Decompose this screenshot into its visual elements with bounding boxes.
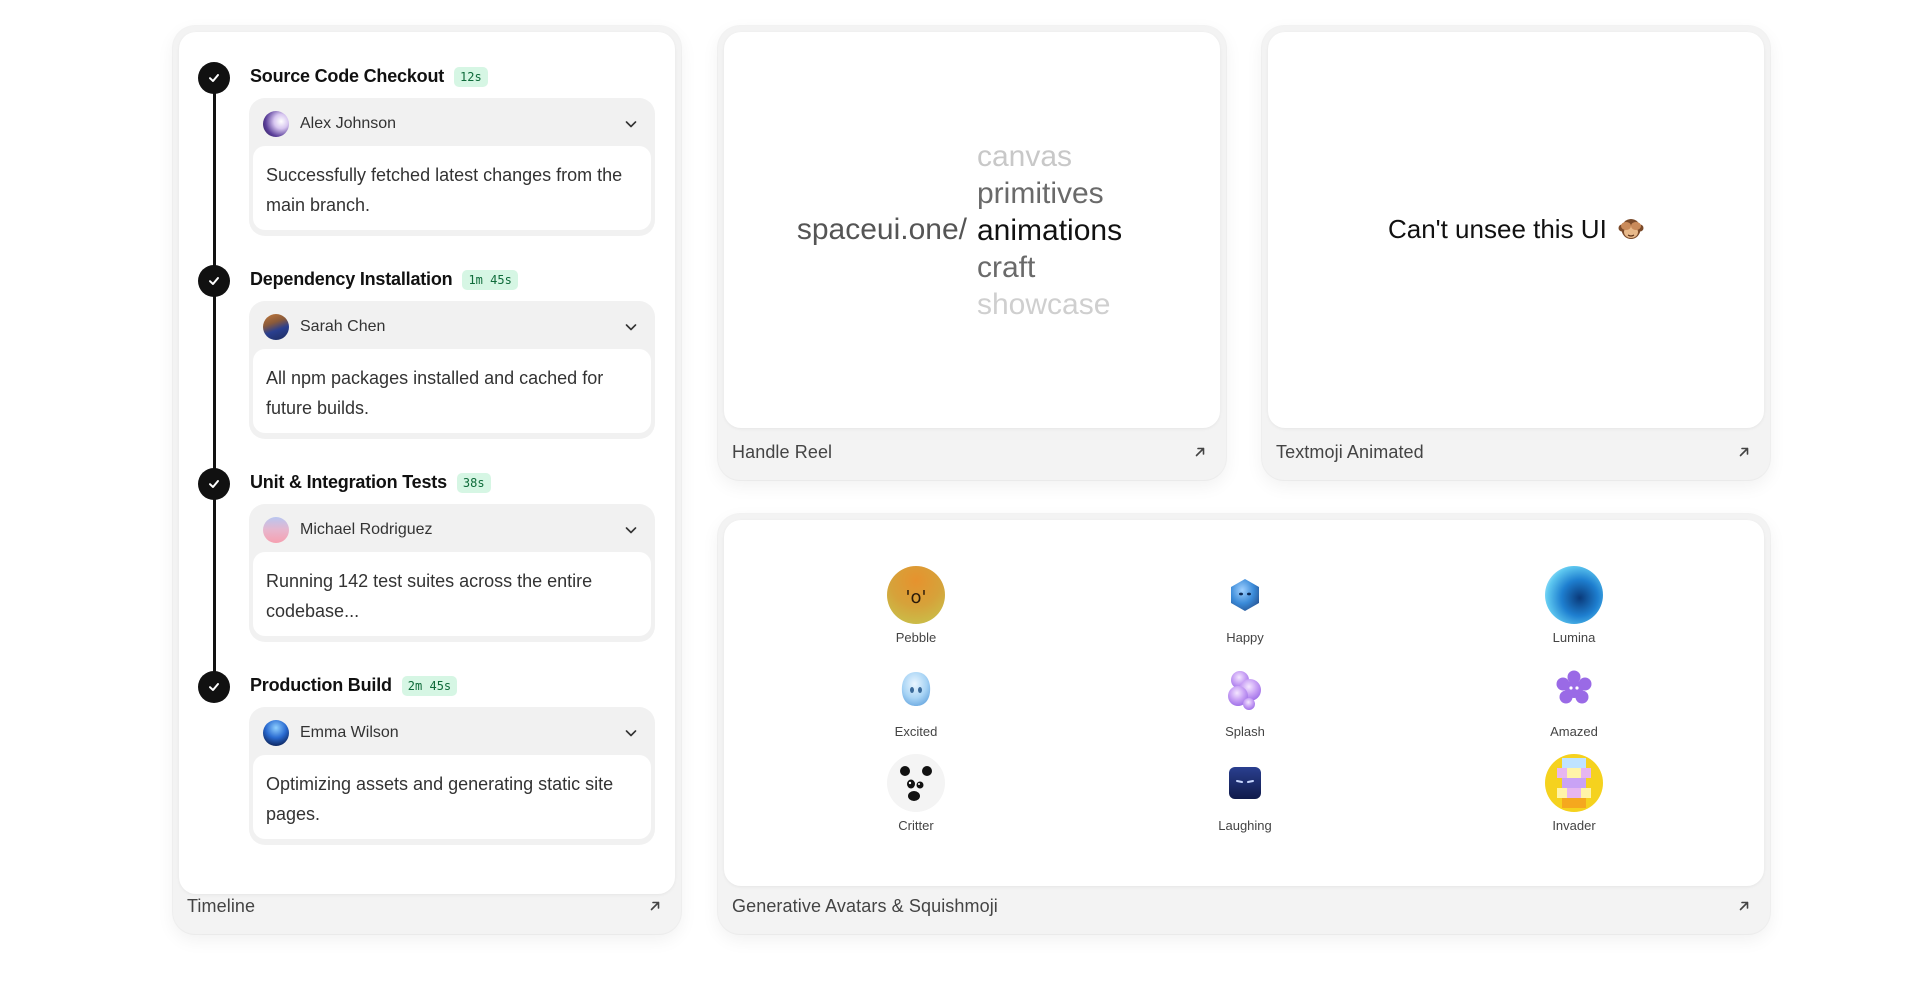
avatar-item[interactable]: Happy bbox=[1175, 566, 1315, 645]
avatar-label: Splash bbox=[1225, 724, 1265, 739]
step-user-name: Michael Rodriguez bbox=[300, 521, 433, 538]
avatar-label: Excited bbox=[894, 724, 938, 739]
timeline-footer[interactable]: Timeline bbox=[173, 878, 681, 934]
avatar-item[interactable]: Amazed bbox=[1504, 660, 1644, 739]
arrow-up-right-icon[interactable] bbox=[1736, 898, 1752, 914]
step-user-toggle[interactable]: Alex Johnson bbox=[253, 102, 651, 146]
excited-squishmoji-icon bbox=[887, 660, 945, 718]
avatar bbox=[263, 517, 289, 543]
textmoji-card[interactable]: Can't unsee this UI Textmoji Animated bbox=[1262, 26, 1770, 480]
reel-word: craft bbox=[977, 251, 1036, 284]
textmoji-footer[interactable]: Textmoji Animated bbox=[1262, 424, 1770, 480]
reel-word: showcase bbox=[977, 288, 1111, 321]
check-icon bbox=[198, 671, 230, 703]
step-user-toggle[interactable]: Emma Wilson bbox=[253, 711, 651, 755]
avatar-item[interactable]: Laughing bbox=[1175, 754, 1315, 833]
see-no-evil-monkey-icon bbox=[1618, 219, 1644, 239]
handle-reel-footer[interactable]: Handle Reel bbox=[718, 424, 1226, 480]
step-message: Successfully fetched latest changes from… bbox=[253, 146, 651, 230]
avatar-label: Lumina bbox=[1552, 630, 1596, 645]
invader-avatar-icon bbox=[1545, 754, 1603, 812]
card-title: Timeline bbox=[187, 895, 256, 916]
avatars-preview: 'o' Pebble Happy Lumina Excited Splash A… bbox=[724, 520, 1764, 886]
timeline-card[interactable]: Source Code Checkout 12s Alex Johnson Su… bbox=[173, 26, 681, 934]
duration-badge: 38s bbox=[456, 472, 491, 493]
card-title: Generative Avatars & Squishmoji bbox=[732, 895, 998, 916]
step-user-name: Emma Wilson bbox=[300, 724, 399, 741]
reel-word-active: animations bbox=[977, 214, 1123, 247]
step-title: Production Build bbox=[250, 675, 392, 695]
svg-text:'o': 'o' bbox=[906, 587, 927, 608]
step-user-name: Sarah Chen bbox=[300, 318, 386, 335]
avatar-label: Invader bbox=[1552, 818, 1596, 833]
arrow-up-right-icon[interactable] bbox=[647, 898, 663, 914]
avatar-item[interactable]: Lumina bbox=[1504, 566, 1644, 645]
step-title: Unit & Integration Tests bbox=[250, 472, 447, 492]
card-title: Textmoji Animated bbox=[1276, 441, 1424, 462]
step-message: All npm packages installed and cached fo… bbox=[253, 349, 651, 433]
critter-avatar-icon bbox=[887, 754, 945, 812]
avatar bbox=[263, 111, 289, 137]
reel-word-list: canvas primitives animations craft showc… bbox=[977, 138, 1122, 323]
avatar-label: Critter bbox=[898, 818, 934, 833]
timeline-connector bbox=[213, 78, 216, 678]
textmoji-text: Can't unsee this UI bbox=[1387, 214, 1607, 244]
avatar bbox=[263, 314, 289, 340]
step-user-toggle[interactable]: Sarah Chen bbox=[253, 305, 651, 349]
step-user-toggle[interactable]: Michael Rodriguez bbox=[253, 508, 651, 552]
chevron-down-icon bbox=[625, 730, 637, 737]
step-title: Dependency Installation bbox=[250, 269, 453, 289]
card-title: Handle Reel bbox=[732, 441, 833, 462]
chevron-down-icon bbox=[625, 324, 637, 331]
amazed-squishmoji-icon bbox=[1545, 660, 1603, 718]
step-title: Source Code Checkout bbox=[250, 66, 445, 86]
splash-avatar-icon bbox=[1216, 660, 1274, 718]
happy-squishmoji-icon bbox=[1216, 566, 1274, 624]
avatar-item[interactable]: Excited bbox=[846, 660, 986, 739]
step-detail: Emma Wilson Optimizing assets and genera… bbox=[249, 707, 655, 845]
reel-word: primitives bbox=[977, 177, 1104, 210]
laughing-squishmoji-icon bbox=[1216, 754, 1274, 812]
arrow-up-right-icon[interactable] bbox=[1736, 444, 1752, 460]
avatar-label: Laughing bbox=[1218, 818, 1272, 833]
avatar-item[interactable]: Invader bbox=[1504, 754, 1644, 833]
avatars-card[interactable]: 'o' Pebble Happy Lumina Excited Splash A… bbox=[718, 514, 1770, 934]
check-icon bbox=[198, 265, 230, 297]
step-detail: Michael Rodriguez Running 142 test suite… bbox=[249, 504, 655, 642]
lumina-avatar-icon bbox=[1545, 566, 1603, 624]
handle-reel-card[interactable]: spaceui.one/ canvas primitives animation… bbox=[718, 26, 1226, 480]
duration-badge: 2m 45s bbox=[401, 675, 458, 696]
reel-word: canvas bbox=[977, 140, 1073, 173]
duration-badge: 1m 45s bbox=[462, 269, 518, 290]
chevron-down-icon bbox=[625, 121, 637, 128]
avatars-footer[interactable]: Generative Avatars & Squishmoji bbox=[718, 878, 1770, 934]
textmoji-preview: Can't unsee this UI bbox=[1268, 32, 1764, 428]
step-message: Running 142 test suites across the entir… bbox=[253, 552, 651, 636]
arrow-up-right-icon[interactable] bbox=[1192, 444, 1208, 460]
handle-reel-preview: spaceui.one/ canvas primitives animation… bbox=[724, 32, 1220, 428]
avatar-label: Happy bbox=[1226, 630, 1264, 645]
timeline-preview: Source Code Checkout 12s Alex Johnson Su… bbox=[179, 32, 675, 894]
step-detail: Alex Johnson Successfully fetched latest… bbox=[249, 98, 655, 236]
avatar-item[interactable]: Critter bbox=[846, 754, 986, 833]
check-icon bbox=[198, 62, 230, 94]
textmoji-line: Can't unsee this UI bbox=[1268, 214, 1764, 245]
avatar-item[interactable]: 'o' Pebble bbox=[846, 566, 986, 645]
chevron-down-icon bbox=[625, 527, 637, 534]
step-message: Optimizing assets and generating static … bbox=[253, 755, 651, 839]
avatar-label: Pebble bbox=[895, 630, 937, 645]
pebble-avatar-icon: 'o' bbox=[887, 566, 945, 624]
duration-badge: 12s bbox=[454, 66, 488, 87]
avatar bbox=[263, 720, 289, 746]
step-detail: Sarah Chen All npm packages installed an… bbox=[249, 301, 655, 439]
avatar-item[interactable]: Splash bbox=[1175, 660, 1315, 739]
avatar-label: Amazed bbox=[1550, 724, 1598, 739]
check-icon bbox=[198, 468, 230, 500]
step-user-name: Alex Johnson bbox=[300, 115, 397, 132]
reel-prefix: spaceui.one/ bbox=[796, 213, 967, 246]
